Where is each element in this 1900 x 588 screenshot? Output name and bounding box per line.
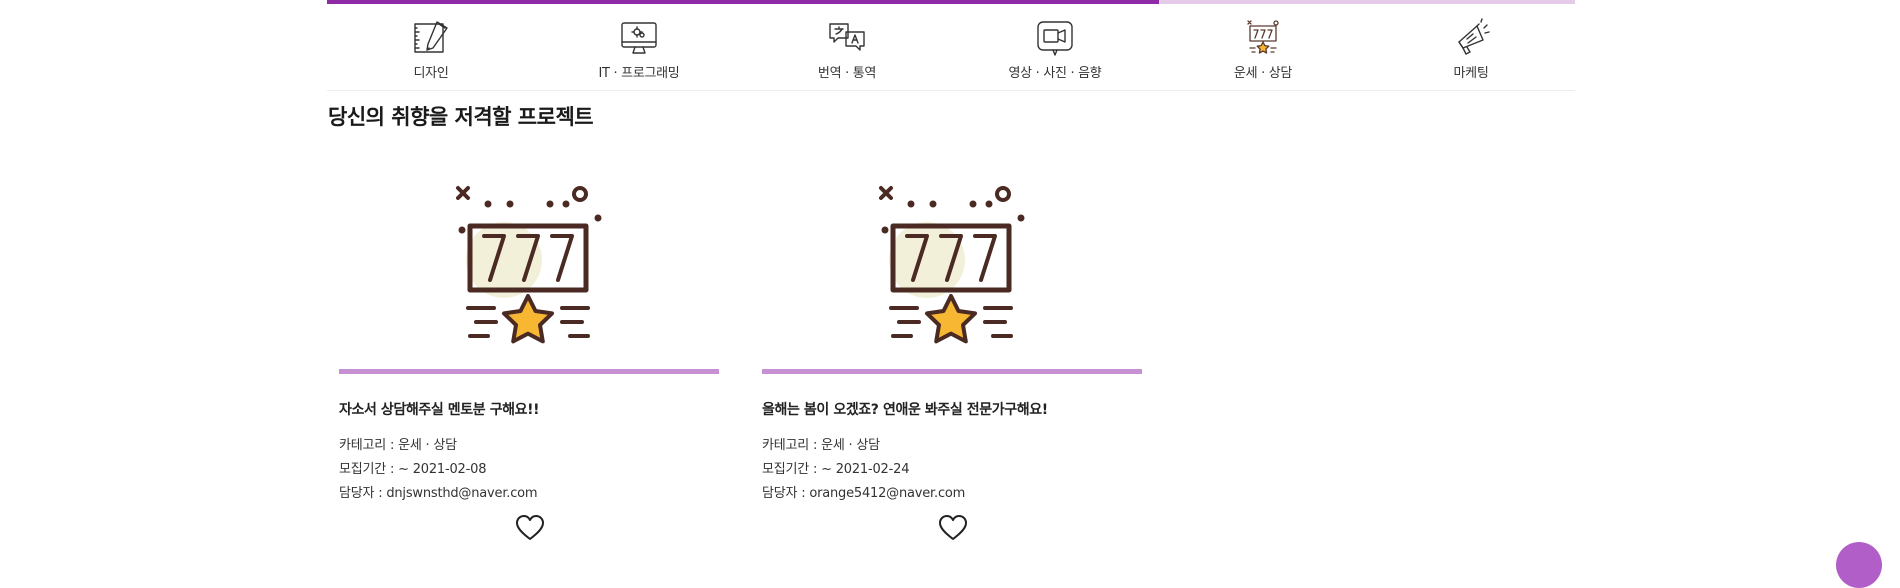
slot-machine-777-icon (879, 186, 1025, 344)
section-title: 당신의 취향을 저격할 프로젝트 (328, 105, 594, 129)
project-image (762, 168, 1142, 368)
megaphone-icon (1451, 18, 1491, 58)
translation-speech-bubbles-icon (827, 18, 867, 58)
category-label: 마케팅 (1453, 66, 1489, 81)
heart-icon[interactable] (515, 514, 545, 542)
category-label: 영상 · 사진 · 음향 (1008, 66, 1102, 81)
project-title[interactable]: 자소서 상담해주실 멘토분 구해요!! (339, 399, 540, 419)
category-nav: 디자인 IT · 프로그래밍 번역 · 통역 영상 · 사진 · 음향 운세 ·… (327, 4, 1575, 91)
project-manager: 담당자 : dnjswnsthd@naver.com (339, 486, 538, 501)
slot-machine-777-icon (456, 186, 602, 344)
project-card[interactable]: 자소서 상담해주실 멘토분 구해요!! 카테고리 : 운세 · 상담 모집기간 … (339, 168, 719, 550)
project-title[interactable]: 올해는 봄이 오겠죠? 연애운 봐주실 전문가구해요! (762, 399, 1048, 419)
video-camera-icon (1035, 18, 1075, 58)
computer-monitor-icon (619, 18, 659, 58)
heart-icon[interactable] (938, 514, 968, 542)
floating-action-button[interactable] (1836, 542, 1882, 588)
card-divider (339, 369, 719, 374)
project-period: 모집기간 : ~ 2021-02-08 (339, 462, 487, 477)
project-period: 모집기간 : ~ 2021-02-24 (762, 462, 910, 477)
design-tools-icon (411, 18, 451, 58)
category-marketing[interactable]: 마케팅 (1367, 4, 1575, 90)
category-fortune-counseling[interactable]: 운세 · 상담 (1159, 4, 1367, 90)
slot-machine-icon (1243, 18, 1283, 58)
category-label: IT · 프로그래밍 (598, 66, 680, 81)
project-category: 카테고리 : 운세 · 상담 (762, 438, 880, 453)
category-video-photo-audio[interactable]: 영상 · 사진 · 음향 (951, 4, 1159, 90)
project-category: 카테고리 : 운세 · 상담 (339, 438, 457, 453)
category-label: 번역 · 통역 (817, 66, 877, 81)
category-label: 운세 · 상담 (1233, 66, 1293, 81)
category-translation[interactable]: 번역 · 통역 (743, 4, 951, 90)
category-it-programming[interactable]: IT · 프로그래밍 (535, 4, 743, 90)
project-image (339, 168, 719, 368)
card-divider (762, 369, 1142, 374)
project-card[interactable]: 올해는 봄이 오겠죠? 연애운 봐주실 전문가구해요! 카테고리 : 운세 · … (762, 168, 1142, 550)
category-label: 디자인 (413, 66, 449, 81)
category-design[interactable]: 디자인 (327, 4, 535, 90)
project-manager: 담당자 : orange5412@naver.com (762, 486, 966, 501)
